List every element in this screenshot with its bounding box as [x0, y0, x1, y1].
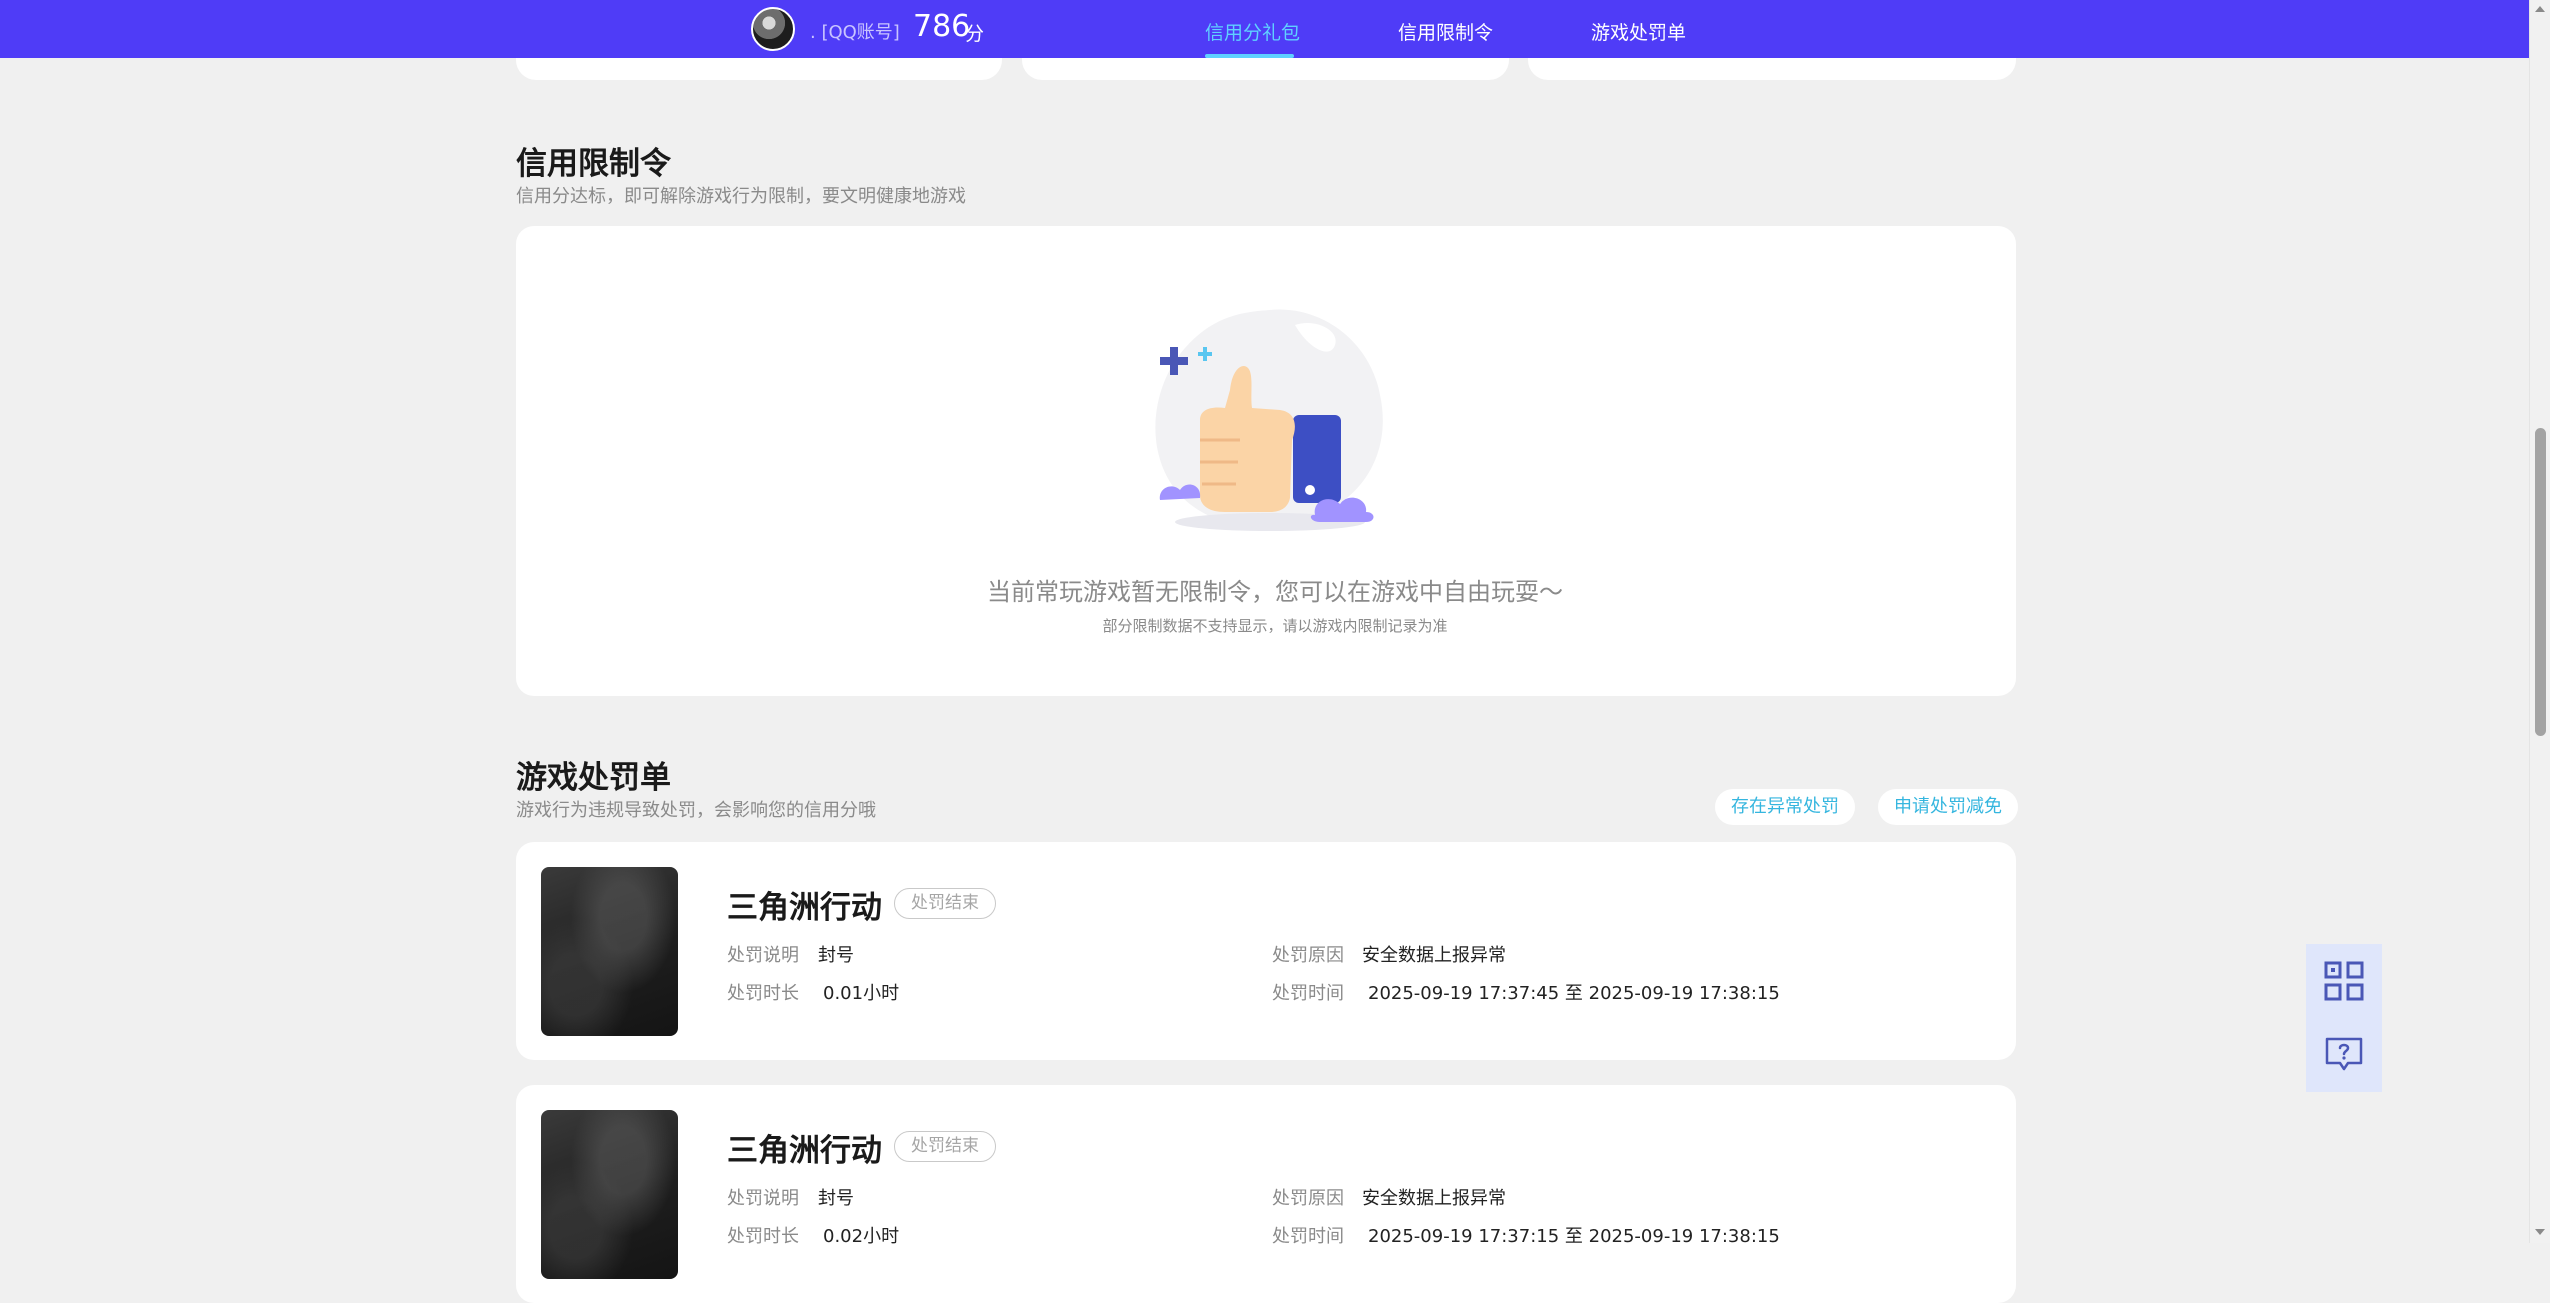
penalty-reason-label: 处罚原因	[1272, 1188, 1344, 1209]
game-name: 三角洲行动	[727, 890, 882, 926]
game-cover-image	[541, 867, 678, 1036]
active-tab-indicator	[1205, 54, 1294, 58]
scrollbar-thumb[interactable]	[2535, 428, 2546, 736]
apply-penalty-reduction-button[interactable]: 申请处罚减免	[1878, 789, 2018, 825]
penalty-record: 三角洲行动 处罚结束 处罚说明 封号 处罚时长 0.02小时 处罚原因 安全数据…	[516, 1085, 2016, 1303]
game-cover-image	[541, 1110, 678, 1279]
status-badge: 处罚结束	[894, 1131, 996, 1162]
penalty-reason-label: 处罚原因	[1272, 945, 1344, 966]
tab-credit-gift[interactable]: 信用分礼包	[1205, 18, 1300, 45]
penalty-duration-value: 0.02小时	[823, 1226, 900, 1247]
tab-credit-restriction[interactable]: 信用限制令	[1398, 18, 1493, 45]
restriction-section-title: 信用限制令	[516, 146, 671, 182]
avatar[interactable]	[751, 7, 795, 51]
account-label: . [QQ账号]	[810, 22, 900, 43]
scroll-up-arrow[interactable]	[2535, 6, 2545, 12]
tab-game-penalty[interactable]: 游戏处罚单	[1591, 18, 1686, 45]
penalty-section-subtitle: 游戏行为违规导致处罚，会影响您的信用分哦	[516, 800, 876, 821]
penalty-time-value: 2025-09-19 17:37:15 至 2025-09-19 17:38:1…	[1368, 1226, 1780, 1247]
penalty-duration-value: 0.01小时	[823, 983, 900, 1004]
penalty-time-label: 处罚时间	[1272, 1226, 1344, 1247]
status-badge: 处罚结束	[894, 888, 996, 919]
scroll-down-arrow[interactable]	[2535, 1229, 2545, 1235]
penalty-reason-value: 安全数据上报异常	[1362, 1188, 1506, 1209]
penalty-desc-label: 处罚说明	[727, 945, 799, 966]
credit-score: 786	[913, 9, 971, 44]
penalty-time-value: 2025-09-19 17:37:45 至 2025-09-19 17:38:1…	[1368, 983, 1780, 1004]
penalty-record: 三角洲行动 处罚结束 处罚说明 封号 处罚时长 0.01小时 处罚原因 安全数据…	[516, 842, 2016, 1060]
page-scrollbar[interactable]	[2529, 0, 2550, 1243]
restriction-section-subtitle: 信用分达标，即可解除游戏行为限制，要文明健康地游戏	[516, 186, 966, 207]
game-name: 三角洲行动	[727, 1133, 882, 1169]
abnormal-penalty-button[interactable]: 存在异常处罚	[1715, 789, 1855, 825]
penalty-time-label: 处罚时间	[1272, 983, 1344, 1004]
restriction-data-note: 部分限制数据不支持显示，请以游戏内限制记录为准	[1102, 617, 1448, 635]
qr-code-button[interactable]	[2306, 944, 2382, 1018]
help-feedback-button[interactable]	[2306, 1018, 2382, 1092]
penalty-duration-label: 处罚时长	[727, 1226, 799, 1247]
qr-code-icon	[2324, 961, 2364, 1001]
top-nav-bar: . [QQ账号] 786 分 信用分礼包 信用限制令 游戏处罚单	[0, 0, 2529, 58]
no-restriction-message: 当前常玩游戏暂无限制令，您可以在游戏中自由玩耍～	[987, 578, 1563, 606]
help-chat-icon	[2325, 1037, 2363, 1071]
penalty-reason-value: 安全数据上报异常	[1362, 945, 1506, 966]
penalty-desc-label: 处罚说明	[727, 1188, 799, 1209]
penalty-duration-label: 处罚时长	[727, 983, 799, 1004]
penalty-desc-value: 封号	[818, 1188, 854, 1209]
credit-score-unit: 分	[965, 23, 985, 45]
penalty-desc-value: 封号	[818, 945, 854, 966]
thumbs-up-illustration	[1155, 309, 1383, 531]
penalty-section-title: 游戏处罚单	[516, 760, 671, 796]
